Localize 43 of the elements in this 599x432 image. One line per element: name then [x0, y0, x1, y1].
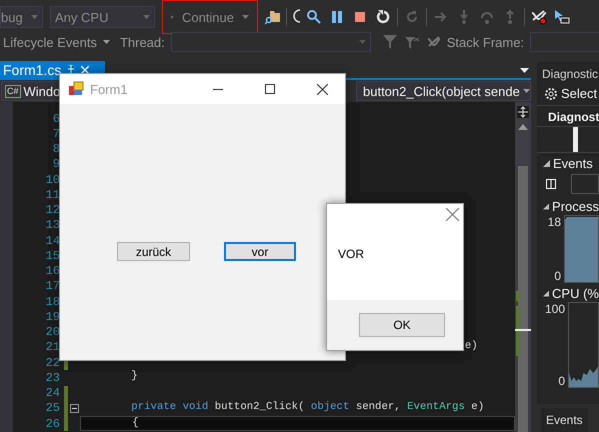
- line-number: 8: [52, 142, 60, 156]
- line-number: 18: [44, 294, 60, 309]
- line-number: 23: [44, 370, 60, 385]
- stack-frame-label: Stack Frame:: [446, 34, 524, 50]
- code-token: e): [471, 400, 484, 413]
- code-token: {: [132, 417, 139, 429]
- line-number: 15: [44, 248, 60, 263]
- project-name: Windo: [24, 84, 60, 98]
- line-number: 26: [44, 416, 60, 431]
- code-token: object: [310, 400, 350, 413]
- line-number: 17: [44, 279, 60, 294]
- line-number: 22: [44, 356, 60, 370]
- session-heading: Diagnost: [547, 109, 599, 126]
- line-number: 16: [44, 264, 60, 278]
- line-number: 13: [44, 218, 60, 232]
- line-number: 20: [44, 325, 60, 340]
- axis-label: 0: [554, 269, 561, 283]
- code-token: EventArgs: [407, 400, 465, 413]
- window-title: Form1: [90, 82, 129, 96]
- line-number: 11: [44, 188, 60, 202]
- line-number: 12: [44, 203, 60, 218]
- csharp-badge: C#: [5, 84, 21, 98]
- axis-label: 18: [548, 215, 561, 229]
- line-number: 21: [44, 340, 60, 354]
- code-token: sender,: [356, 400, 401, 413]
- line-number: 14: [44, 234, 60, 248]
- line-number: 24: [44, 386, 60, 400]
- code-token: e): [464, 340, 478, 352]
- axis-label: 0: [558, 374, 565, 388]
- line-number: 25: [44, 401, 60, 416]
- thread-label: Thread:: [120, 34, 165, 50]
- line-number: 10: [44, 172, 60, 187]
- line-number: 19: [44, 310, 60, 324]
- axis-label: 100: [544, 302, 565, 316]
- message-text: VOR: [337, 246, 366, 261]
- code-token: private void: [131, 400, 208, 413]
- panel-title: Diagnostic: [541, 66, 599, 83]
- line-number: 6: [52, 112, 60, 126]
- line-number: 7: [52, 126, 60, 141]
- code-token: }: [131, 370, 138, 382]
- member-name: button2_Click(object sende: [363, 84, 520, 98]
- line-number: 9: [52, 157, 60, 172]
- code-token: button2_Click(: [214, 400, 304, 413]
